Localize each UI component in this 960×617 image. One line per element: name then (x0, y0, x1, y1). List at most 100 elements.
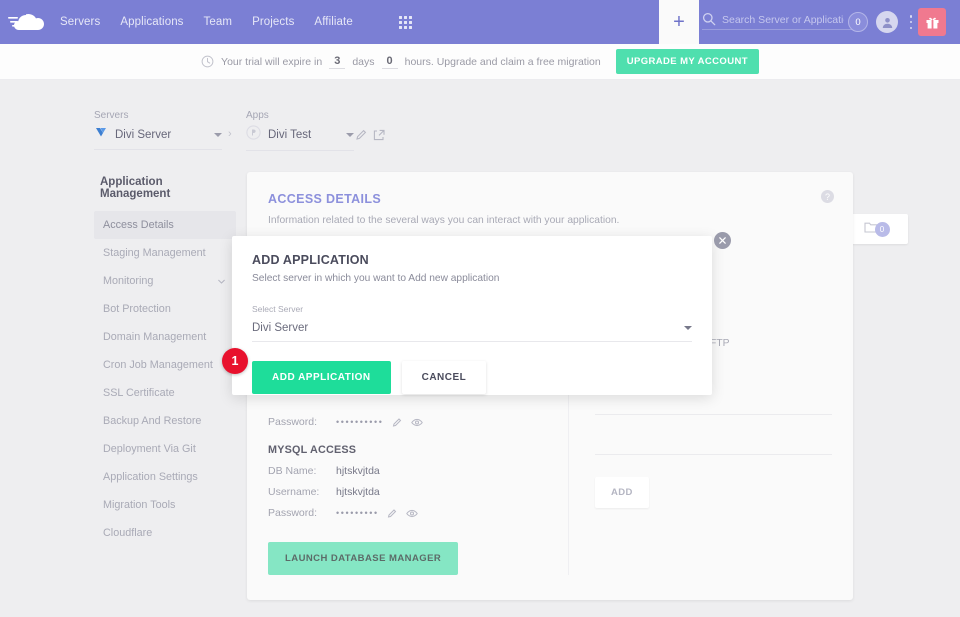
sidebar-item-label: Cron Job Management (103, 359, 213, 371)
pencil-icon[interactable] (355, 128, 369, 142)
nav-link-servers[interactable]: Servers (60, 16, 100, 28)
main-nav-links: Servers Applications Team Projects Affil… (60, 16, 412, 29)
sidebar-item-label: Staging Management (103, 247, 206, 259)
chevron-down-icon (217, 277, 226, 286)
sidebar-item-cron-job-management[interactable]: Cron Job Management (94, 351, 236, 379)
trial-text-after: hours. Upgrade and claim a free migratio… (405, 56, 601, 68)
mysql-password-label: Password: (268, 507, 336, 519)
select-server-label: Select Server (252, 304, 692, 314)
db-username-row: Username: hjtskvjtda (268, 486, 568, 498)
pencil-icon[interactable] (392, 417, 403, 428)
search-icon (702, 12, 716, 26)
more-vertical-icon[interactable] (905, 13, 917, 31)
app-circle-icon (246, 125, 261, 145)
upgrade-account-button[interactable]: UPGRADE MY ACCOUNT (616, 49, 759, 74)
modal-title: ADD APPLICATION (252, 253, 692, 267)
sidebar-item-ssl-certificate[interactable]: SSL Certificate (94, 379, 236, 407)
select-server-dropdown[interactable]: Divi Server (252, 317, 692, 342)
nav-link-projects[interactable]: Projects (252, 16, 294, 28)
eye-icon[interactable] (406, 508, 417, 519)
sidebar-item-label: Bot Protection (103, 303, 171, 315)
sidebar-item-backup-and-restore[interactable]: Backup And Restore (94, 407, 236, 435)
application-management-sidebar: Application Management Access Details St… (94, 176, 236, 547)
chevron-down-icon (346, 133, 354, 137)
sidebar-item-staging-management[interactable]: Staging Management (94, 239, 236, 267)
cloudways-logo[interactable] (0, 11, 56, 33)
sidebar-item-label: Cloudflare (103, 527, 152, 539)
gift-icon[interactable] (918, 8, 946, 36)
trial-days-value: 3 (329, 55, 345, 69)
username-label: Username: (268, 486, 336, 498)
password-label: Password: (268, 416, 336, 428)
sidebar-item-label: Backup And Restore (103, 415, 201, 427)
chevron-down-icon (214, 133, 222, 137)
page-title: ACCESS DETAILS (268, 192, 832, 206)
trial-hours-value: 0 (382, 55, 398, 69)
sidebar-item-deployment-via-git[interactable]: Deployment Via Git (94, 435, 236, 463)
close-icon[interactable] (714, 232, 731, 249)
nav-link-team[interactable]: Team (204, 16, 233, 28)
modal-subtitle: Select server in which you want to Add n… (252, 273, 692, 284)
sidebar-item-monitoring[interactable]: Monitoring (94, 267, 236, 295)
card-subtitle: Information related to the several ways … (268, 215, 832, 226)
app-selector[interactable]: Divi Test (246, 125, 354, 151)
sidebar-item-label: Application Settings (103, 471, 198, 483)
db-name-label: DB Name: (268, 465, 336, 477)
search-box[interactable] (702, 12, 852, 30)
sidebar-item-bot-protection[interactable]: Bot Protection (94, 295, 236, 323)
breadcrumb: Servers Divi Server › Apps Divi Test (0, 104, 960, 150)
user-avatar-icon[interactable] (876, 11, 898, 33)
sidebar-item-migration-tools[interactable]: Migration Tools (94, 491, 236, 519)
sidebar-item-label: SSL Certificate (103, 387, 175, 399)
nav-link-affiliate[interactable]: Affiliate (314, 16, 352, 28)
launch-database-manager-button[interactable]: LAUNCH DATABASE MANAGER (268, 542, 458, 575)
step-badge-1: 1 (222, 348, 248, 374)
add-application-button[interactable]: ADD APPLICATION (252, 361, 391, 394)
select-server-value: Divi Server (252, 322, 308, 334)
sidebar-item-label: Monitoring (103, 275, 153, 287)
top-navigation-bar: Servers Applications Team Projects Affil… (0, 0, 960, 44)
sidebar-item-label: Access Details (103, 219, 174, 231)
nav-link-applications[interactable]: Applications (120, 16, 183, 28)
vultr-server-icon (94, 125, 108, 144)
sidebar-item-label: Migration Tools (103, 499, 175, 511)
sidebar-item-application-settings[interactable]: Application Settings (94, 463, 236, 491)
server-selector-group: Servers Divi Server (94, 110, 222, 150)
trial-days-label: days (352, 56, 374, 68)
db-name-value: hjtskvjtda (336, 465, 380, 477)
sidebar-item-domain-management[interactable]: Domain Management (94, 323, 236, 351)
folder-count-badge: 0 (875, 222, 890, 237)
add-application-modal: ADD APPLICATION Select server in which y… (232, 236, 712, 395)
server-selector[interactable]: Divi Server (94, 125, 222, 150)
sidebar-item-label: Deployment Via Git (103, 443, 196, 455)
credential-field-two[interactable] (595, 429, 832, 455)
help-circle-icon[interactable]: ? (821, 190, 834, 203)
sidebar-title: Application Management (94, 176, 236, 200)
db-name-row: DB Name: hjtskvjtda (268, 465, 568, 477)
db-password-row: Password: ••••••••• (268, 507, 568, 519)
app-selector-group: Apps Divi Test (246, 110, 354, 151)
app-name: Divi Test (268, 129, 311, 141)
cancel-button[interactable]: CANCEL (402, 361, 487, 394)
chevron-down-icon (684, 326, 692, 330)
sidebar-item-cloudflare[interactable]: Cloudflare (94, 519, 236, 547)
sidebar-item-access-details[interactable]: Access Details (94, 211, 236, 239)
modal-actions: ADD APPLICATION CANCEL (252, 361, 692, 394)
trial-text-before: Your trial will expire in (221, 56, 322, 68)
page-root: Servers Applications Team Projects Affil… (0, 0, 960, 617)
trial-banner: Your trial will expire in 3 days 0 hours… (0, 44, 960, 80)
search-input[interactable] (722, 14, 844, 26)
add-credential-button[interactable]: ADD (595, 477, 649, 508)
mysql-password-masked-value: ••••••••• (336, 508, 379, 518)
apps-label: Apps (246, 110, 354, 121)
add-button[interactable]: + (659, 0, 699, 44)
eye-icon[interactable] (411, 417, 422, 428)
apps-grid-icon[interactable] (399, 16, 412, 29)
folder-group[interactable]: 0 (864, 220, 890, 239)
external-link-icon[interactable] (372, 128, 386, 142)
sidebar-item-label: Domain Management (103, 331, 206, 343)
pencil-icon[interactable] (387, 508, 398, 519)
server-name: Divi Server (115, 129, 171, 141)
notification-count-badge[interactable]: 0 (848, 12, 868, 32)
card-header: ACCESS DETAILS Information related to th… (247, 172, 853, 226)
